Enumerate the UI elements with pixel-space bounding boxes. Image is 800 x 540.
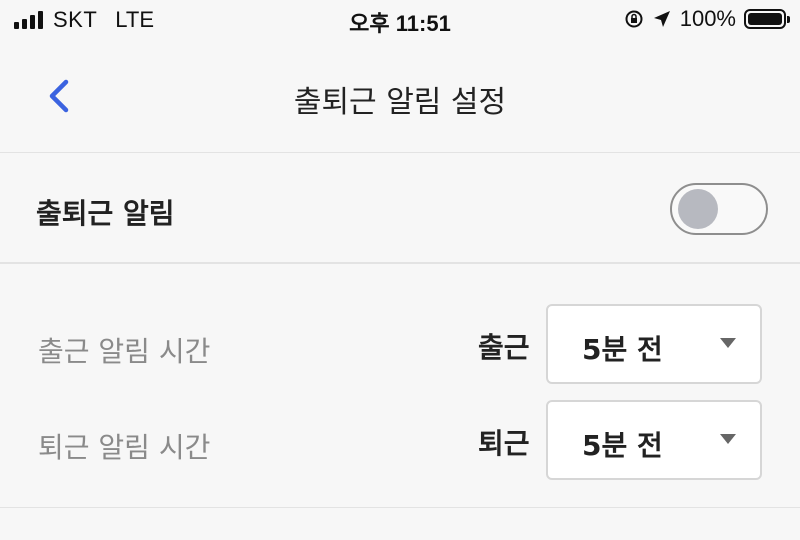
dropdown-caret-icon xyxy=(720,338,736,348)
leave-work-time-select[interactable]: 5분 전 xyxy=(546,400,762,480)
leave-work-time-value: 5분 전 xyxy=(582,429,663,462)
battery-icon xyxy=(744,9,790,29)
leave-work-prefix: 퇴근 xyxy=(478,427,530,460)
status-right: 100% xyxy=(624,6,790,32)
go-to-work-prefix: 출근 xyxy=(478,331,530,364)
page-title: 출퇴근 알림 설정 xyxy=(293,85,507,120)
battery-percent: 100% xyxy=(679,6,736,31)
rotation-lock-icon xyxy=(625,10,643,28)
go-to-work-time-select[interactable]: 5분 전 xyxy=(546,304,762,384)
leave-work-time-label: 퇴근 알림 시간 xyxy=(38,431,211,464)
location-arrow-icon xyxy=(653,11,670,27)
go-to-work-time-value: 5분 전 xyxy=(582,333,663,366)
alert-time-section: 출근 알림 시간 출근 5분 전 퇴근 알림 시간 퇴근 5분 전 xyxy=(0,266,800,508)
commute-alert-row: 출퇴근 알림 xyxy=(0,154,800,264)
toggle-knob xyxy=(678,189,718,229)
dropdown-caret-icon xyxy=(720,434,736,444)
commute-alert-label: 출퇴근 알림 xyxy=(36,197,175,230)
go-to-work-time-label: 출근 알림 시간 xyxy=(38,335,211,368)
status-bar: SKT LTE 오후 11:51 100% xyxy=(0,0,800,40)
bottom-spacer xyxy=(0,508,800,540)
commute-alert-toggle[interactable] xyxy=(670,183,768,235)
navigation-bar: 출퇴근 알림 설정 xyxy=(0,40,800,153)
